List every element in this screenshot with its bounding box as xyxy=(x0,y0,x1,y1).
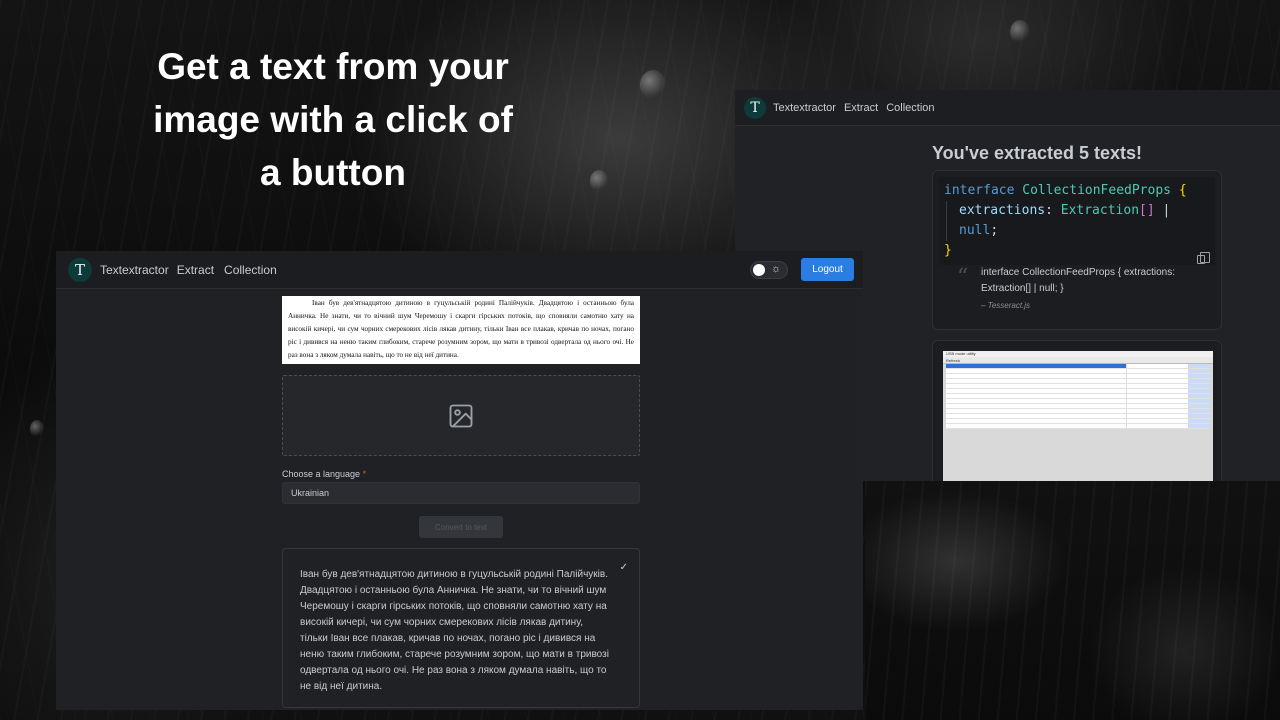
raindrop xyxy=(1010,20,1030,44)
collection-heading: You've extracted 5 texts! xyxy=(932,143,1143,163)
copy-icon[interactable] xyxy=(1197,252,1210,264)
raindrop xyxy=(640,70,666,100)
code-image: interface CollectionFeedProps { extracti… xyxy=(939,177,1215,265)
theme-toggle[interactable]: ☼ xyxy=(750,261,788,279)
convert-to-text-button[interactable]: Convert to text xyxy=(419,516,503,538)
required-marker: * xyxy=(362,469,367,479)
code-token: | xyxy=(1162,203,1171,218)
logout-button[interactable]: Logout xyxy=(801,258,854,281)
extract-panel: T Textextractor Extract Collection ☼ Log… xyxy=(56,251,863,710)
result-text: Іван був дев'ятнадцятою дитиною в гуцуль… xyxy=(300,569,609,692)
thumb-row xyxy=(946,424,1210,429)
language-select[interactable]: Ukrainian xyxy=(282,482,640,504)
code-token: } xyxy=(944,243,952,258)
app-logo[interactable]: T xyxy=(68,257,92,282)
quote-icon: “ xyxy=(957,265,969,290)
quote-author: – Tesseract.js xyxy=(981,301,1031,310)
screenshot-extraction-card: USB mode utility Refresh xyxy=(932,340,1222,481)
code-token: { xyxy=(1178,183,1187,198)
extract-navbar: T Textextractor Extract Collection ☼ Log… xyxy=(56,251,863,289)
code-token: CollectionFeedProps xyxy=(1022,183,1171,198)
code-token: ; xyxy=(990,223,999,238)
nav-extract[interactable]: Extract xyxy=(177,263,214,277)
code-token: [] xyxy=(1139,203,1155,218)
brand-name[interactable]: Textextractor xyxy=(100,263,169,277)
screenshot-thumbnail: USB mode utility Refresh xyxy=(943,351,1213,481)
raindrop xyxy=(590,170,608,192)
toggle-knob xyxy=(753,264,765,276)
result-card: ✓ Іван був дев'ятнадцятою дитиною в гуцу… xyxy=(282,548,640,708)
language-label-text: Choose a language xyxy=(282,469,361,479)
image-dropzone[interactable] xyxy=(282,375,640,456)
background-patch xyxy=(865,481,1280,720)
code-token: extractions xyxy=(959,203,1046,218)
brand-name[interactable]: Textextractor xyxy=(773,102,836,114)
headline: Get a text from your image with a click … xyxy=(153,46,513,193)
check-icon[interactable]: ✓ xyxy=(620,562,628,573)
nav-extract[interactable]: Extract xyxy=(844,102,878,114)
code-token: : xyxy=(1045,203,1053,218)
code-token: null xyxy=(959,223,991,238)
app-logo[interactable]: T xyxy=(744,96,766,119)
nav-collection[interactable]: Collection xyxy=(886,102,934,114)
uploaded-image-preview: Іван був дев'ятнадцятою дитиною в гуцуль… xyxy=(282,296,640,364)
code-token: Extraction xyxy=(1060,203,1140,218)
language-label: Choose a language * xyxy=(282,469,366,479)
image-icon xyxy=(449,404,473,427)
thumb-toolbar: Refresh xyxy=(943,357,1213,364)
raindrop xyxy=(30,420,44,438)
nav-collection[interactable]: Collection xyxy=(224,263,277,277)
collection-navbar: T Textextractor Extract Collection xyxy=(735,90,1280,126)
code-extraction-card: interface CollectionFeedProps { extracti… xyxy=(932,170,1222,330)
sun-icon: ☼ xyxy=(771,263,782,275)
extracted-quote: interface CollectionFeedProps { extracti… xyxy=(981,267,1175,294)
code-token: interface xyxy=(944,183,1015,198)
